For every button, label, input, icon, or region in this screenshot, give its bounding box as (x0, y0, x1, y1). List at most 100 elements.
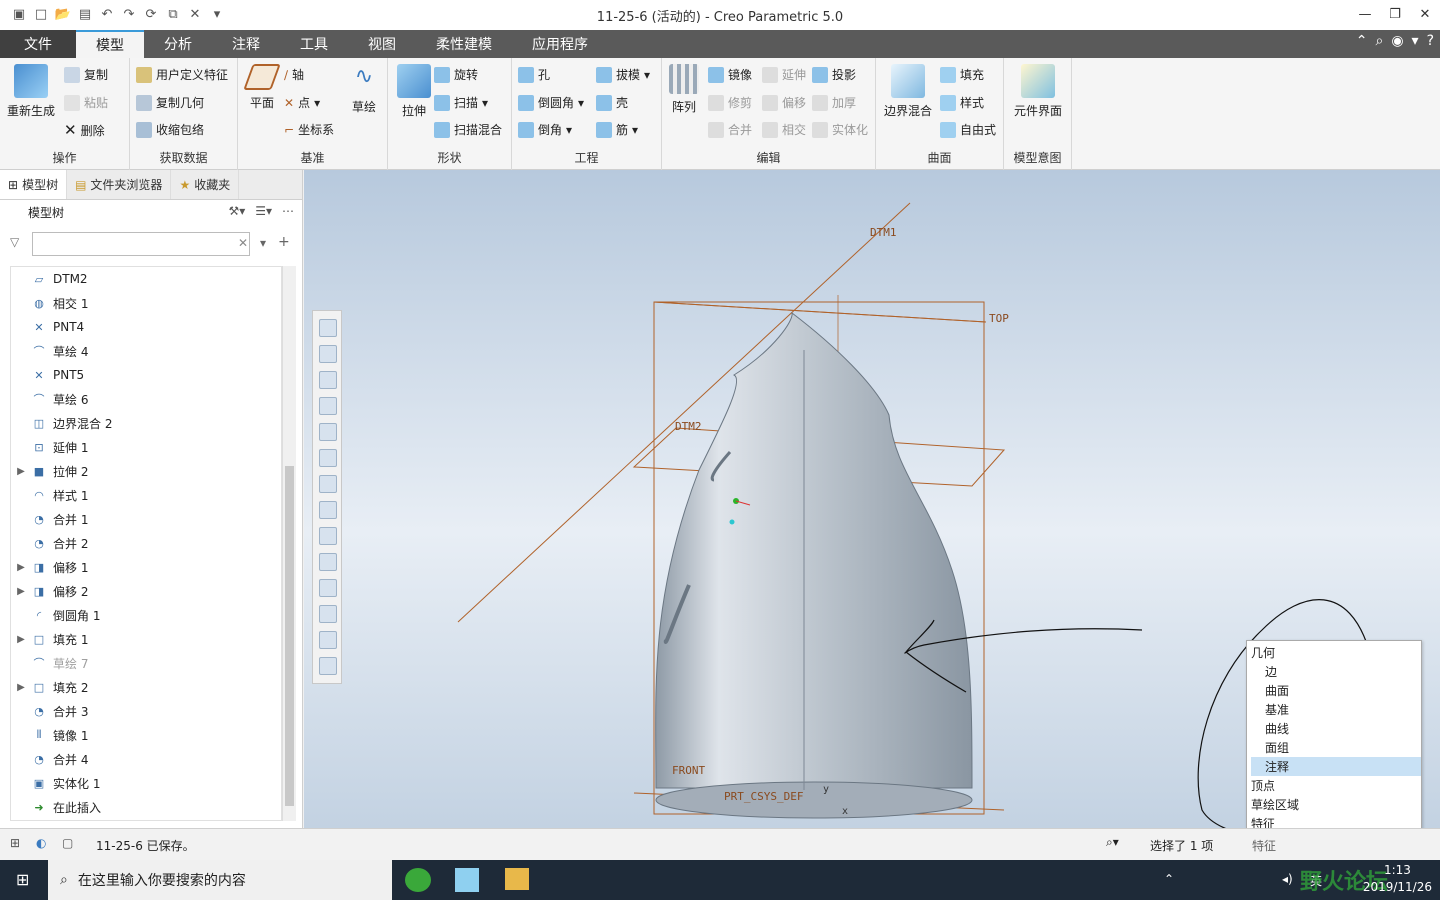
csys-button[interactable]: ⌐ 坐标系 (284, 121, 334, 138)
tree-item[interactable]: ◫ 边界混合 2 (11, 411, 281, 435)
tree-scrollbar[interactable] (282, 266, 296, 821)
trim-button[interactable]: 修剪 (708, 94, 752, 111)
expand-arrow-icon[interactable]: ▶ (11, 682, 31, 693)
clear-search-icon[interactable]: ✕ (238, 236, 248, 250)
plane-button[interactable]: 平面 (242, 64, 282, 111)
delete-button[interactable]: ✕ 删除 (64, 121, 105, 139)
rib-button[interactable]: 筋 ▾ (596, 121, 638, 138)
search-dropdown-icon[interactable]: ▾ (260, 236, 266, 250)
group-label-model-intent[interactable]: 模型意图 (1004, 149, 1071, 166)
tree-item[interactable]: ▱ DTM2 (11, 267, 281, 291)
minimize-icon[interactable]: — (1350, 0, 1380, 28)
tab-favorites[interactable]: ★ 收藏夹 (171, 170, 240, 199)
help-dropdown-icon[interactable]: ▾ (1412, 33, 1419, 49)
windows-start-icon[interactable]: ⊞ (16, 870, 29, 889)
find-icon[interactable]: ⌕▾ (1106, 835, 1119, 850)
filter-select[interactable]: 特征 (1252, 837, 1276, 854)
fullscreen-icon[interactable]: ▢ (62, 836, 73, 850)
filter-option[interactable]: 面组 (1251, 738, 1421, 757)
copy-button[interactable]: 复制 (64, 66, 108, 83)
tree-item[interactable]: ◍ 相交 1 (11, 291, 281, 315)
copy-geometry-button[interactable]: 复制几何 (136, 94, 204, 111)
tab-applications[interactable]: 应用程序 (512, 30, 608, 58)
sweep-button[interactable]: 扫描 ▾ (434, 94, 488, 111)
round-dropdown-icon[interactable]: ▾ (578, 96, 584, 110)
tree-item[interactable]: ◠ 样式 1 (11, 483, 281, 507)
view-manager-icon[interactable] (319, 501, 337, 519)
tree-columns-icon[interactable]: ☰▾ (255, 204, 272, 218)
solid-body[interactable] (655, 311, 973, 789)
tree-filter-icon[interactable]: ⋯ (282, 204, 294, 218)
zoom-out-icon[interactable] (319, 371, 337, 389)
volume-icon[interactable]: ◂) (1282, 872, 1293, 886)
collapse-ribbon-icon[interactable]: ⌃ (1356, 33, 1368, 49)
display-style-icon[interactable] (319, 475, 337, 493)
draft-button[interactable]: 拔模 ▾ (596, 66, 650, 83)
extrude-button[interactable]: 拉伸 (392, 64, 436, 119)
tree-item[interactable]: ⌒ 草绘 7 (11, 651, 281, 675)
group-label-engineering[interactable]: 工程 (512, 149, 661, 166)
tree-item[interactable]: ✕ PNT5 (11, 363, 281, 387)
offset-button[interactable]: 偏移 (762, 94, 806, 111)
tree-item[interactable]: ◔ 合并 2 (11, 531, 281, 555)
mirror-button[interactable]: 镜像 (708, 66, 752, 83)
taskbar-search[interactable]: ⌕ 在这里输入你要搜索的内容 (48, 860, 392, 900)
point-button[interactable]: ✕ 点 ▾ (284, 94, 320, 111)
tab-tools[interactable]: 工具 (280, 30, 348, 58)
thicken-button[interactable]: 加厚 (812, 94, 856, 111)
tray-expand-icon[interactable]: ⌃ (1164, 872, 1174, 886)
swept-blend-button[interactable]: 扫描混合 (434, 121, 502, 138)
tab-folder-browser[interactable]: ▤ 文件夹浏览器 (67, 170, 172, 199)
tree-scrollbar-thumb[interactable] (285, 466, 294, 806)
filter-option[interactable]: 曲面 (1251, 681, 1421, 700)
filter-option[interactable]: 草绘区域 (1251, 795, 1421, 814)
tab-annotate[interactable]: 注释 (212, 30, 280, 58)
tab-model-tree[interactable]: ⊞ 模型树 (0, 170, 68, 199)
hole-button[interactable]: 孔 (518, 66, 550, 83)
file-explorer-taskbar-icon[interactable] (505, 868, 529, 890)
navigator-toggle-icon[interactable]: ⊞ (10, 836, 20, 850)
chamfer-button[interactable]: 倒角 ▾ (518, 121, 572, 138)
filter-option[interactable]: 注释 (1251, 757, 1421, 776)
drawing-display-icon[interactable] (319, 631, 337, 649)
solid-base[interactable] (655, 781, 973, 819)
tab-view[interactable]: 视图 (348, 30, 416, 58)
group-label-shapes[interactable]: 形状 (388, 149, 511, 166)
search-icon[interactable]: ⌕ (1375, 33, 1383, 49)
group-label-operations[interactable]: 操作 (0, 149, 129, 166)
group-label-datum[interactable]: 基准 (238, 149, 387, 166)
shell-button[interactable]: 壳 (596, 94, 628, 111)
revolve-button[interactable]: 旋转 (434, 66, 478, 83)
filter-option[interactable]: 基准 (1251, 700, 1421, 719)
tree-item[interactable]: ⌒ 草绘 4 (11, 339, 281, 363)
tab-flexible-modeling[interactable]: 柔性建模 (416, 30, 512, 58)
tree-item[interactable]: ⫴ 镜像 1 (11, 723, 281, 747)
tree-item[interactable]: ◔ 合并 3 (11, 699, 281, 723)
tree-item[interactable]: ◜ 倒圆角 1 (11, 603, 281, 627)
reorient-icon[interactable] (319, 423, 337, 441)
filter-option[interactable]: 几何 (1251, 643, 1421, 662)
annotation-display-icon[interactable] (319, 579, 337, 597)
component-interface-button[interactable]: 元件界面 (1008, 64, 1068, 119)
spin-center-icon[interactable] (319, 605, 337, 623)
tab-analysis[interactable]: 分析 (144, 30, 212, 58)
saved-orientations-icon[interactable] (319, 449, 337, 467)
filter-option[interactable]: 边 (1251, 662, 1421, 681)
tree-search-input[interactable] (32, 232, 250, 256)
tree-settings-icon[interactable]: ⚒▾ (228, 204, 245, 218)
tab-model[interactable]: 模型 (76, 30, 144, 58)
tree-item[interactable]: ▶ ■ 拉伸 2 (11, 459, 281, 483)
repaint-icon[interactable] (319, 397, 337, 415)
boundary-blend-button[interactable]: 边界混合 (880, 64, 936, 119)
view-options-icon[interactable] (319, 657, 337, 675)
sweep-dropdown-icon[interactable]: ▾ (482, 96, 488, 110)
tree-item[interactable]: ➜ 在此插入 (11, 795, 281, 819)
tree-item[interactable]: ▣ 实体化 1 (11, 771, 281, 795)
expand-arrow-icon[interactable]: ▶ (11, 466, 31, 477)
tree-item[interactable]: ▶ ◨ 偏移 1 (11, 555, 281, 579)
help-question-icon[interactable]: ? (1427, 33, 1434, 49)
paste-button[interactable]: 粘贴 (64, 94, 108, 111)
group-label-get-data[interactable]: 获取数据 (130, 149, 237, 166)
datum-display-icon[interactable] (319, 553, 337, 571)
refit-icon[interactable] (319, 319, 337, 337)
